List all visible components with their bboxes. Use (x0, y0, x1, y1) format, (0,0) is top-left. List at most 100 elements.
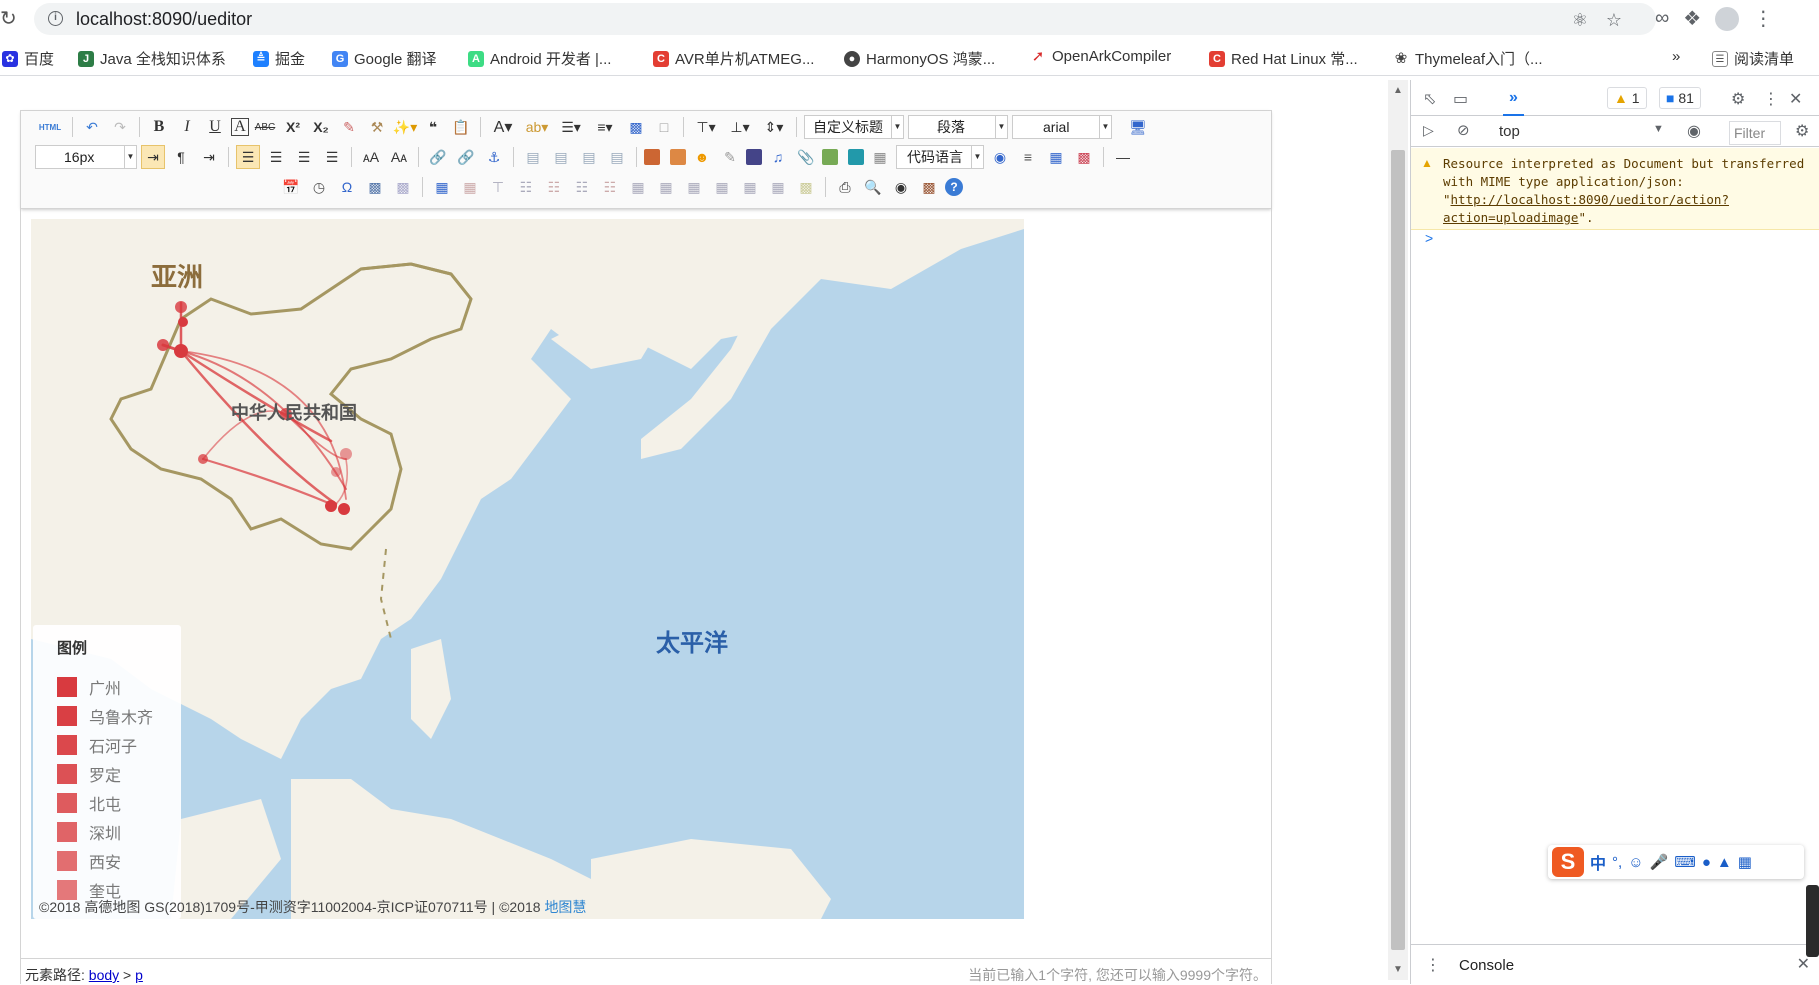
microphone-icon[interactable]: 🎤 (1650, 853, 1669, 871)
help-icon[interactable]: ? (945, 178, 963, 196)
merge-cells-icon[interactable]: ▦ (626, 175, 650, 199)
indent-button[interactable]: ⇥ (197, 145, 221, 169)
console-prompt[interactable]: > (1425, 230, 1433, 246)
font-color-button[interactable]: A▾ (488, 115, 518, 139)
strikethrough-button[interactable]: ABC (253, 115, 277, 139)
profile-avatar[interactable] (1715, 6, 1740, 31)
html-source-button[interactable]: HTML (35, 115, 65, 139)
legend-item[interactable]: 深圳 (57, 820, 121, 844)
align-right-button[interactable]: ☰ (292, 145, 316, 169)
live-expression-eye-icon[interactable]: ◉ (1687, 121, 1701, 141)
direction-rtl-button[interactable]: ¶ (169, 145, 193, 169)
path-body-link[interactable]: body (89, 967, 119, 983)
insert-code-icon[interactable]: ▦ (868, 145, 892, 169)
insert-frame-icon[interactable] (848, 149, 864, 165)
bookmark-baidu[interactable]: ✿ 百度 (2, 48, 54, 69)
custom-heading-select[interactable]: 自定义标题 ▼ (804, 115, 904, 139)
undo-button[interactable]: ↶ (80, 115, 104, 139)
web-app-icon[interactable]: ◉ (988, 145, 1012, 169)
reload-icon[interactable]: ↻ (0, 6, 17, 31)
scrawl-icon[interactable]: ✎ (718, 145, 742, 169)
bold-button[interactable]: B (147, 115, 171, 139)
highlight-color-button[interactable]: ab▾ (522, 115, 552, 139)
merge-right-icon[interactable]: ▦ (654, 175, 678, 199)
drawer-tab-console[interactable]: Console (1459, 957, 1514, 974)
superscript-button[interactable]: X² (281, 115, 305, 139)
font-family-select[interactable]: arial ▼ (1012, 115, 1112, 139)
clear-console-icon[interactable]: ⊘ (1457, 121, 1470, 139)
bookmark-avr[interactable]: C AVR单片机ATMEG... (653, 48, 814, 69)
site-info-icon[interactable]: i (48, 11, 63, 26)
legend-item[interactable]: 罗定 (57, 762, 121, 786)
wordimage-icon[interactable]: ▩ (363, 175, 387, 199)
drafts-icon[interactable]: ▩ (917, 175, 941, 199)
underline-button[interactable]: U (203, 115, 227, 139)
image-none-button[interactable]: ▤ (521, 145, 545, 169)
link-button[interactable]: 🔗 (426, 145, 450, 169)
row-spacing-top-button[interactable]: ⊤▾ (691, 115, 721, 139)
attachment-icon[interactable]: 📎 (794, 145, 818, 169)
emoji-icon[interactable]: ☺ (1628, 854, 1643, 871)
warnings-badge[interactable]: ▲ 1 (1607, 87, 1647, 109)
align-justify-button[interactable]: ☰ (320, 145, 344, 169)
special-chars-icon[interactable]: Ω (335, 175, 359, 199)
close-devtools-icon[interactable]: ✕ (1789, 89, 1802, 109)
map-icon[interactable] (822, 149, 838, 165)
omnibox[interactable]: i localhost:8090/ueditor ⚛ ☆ (34, 3, 1656, 35)
insert-paragraph-before-table-icon[interactable]: ⊤ (486, 175, 510, 199)
path-p-link[interactable]: p (135, 967, 143, 983)
subscript-button[interactable]: X₂ (309, 115, 333, 139)
skin-icon[interactable]: ▲ (1717, 854, 1732, 871)
ordered-list-button[interactable]: ☰▾ (556, 115, 586, 139)
paragraph-select[interactable]: 段落 ▼ (908, 115, 1008, 139)
insert-video-icon[interactable] (746, 149, 762, 165)
search-replace-icon[interactable]: ◉ (889, 175, 913, 199)
device-toolbar-icon[interactable]: ▭ (1453, 89, 1468, 109)
bookmark-redhat[interactable]: C Red Hat Linux 常... (1209, 48, 1358, 69)
bookmarks-overflow-button[interactable]: » (1672, 48, 1680, 65)
insert-col-icon[interactable]: ☷ (570, 175, 594, 199)
image-left-button[interactable]: ▤ (549, 145, 573, 169)
code-language-select[interactable]: 代码语言 ▼ (896, 145, 984, 169)
redo-button[interactable]: ↷ (108, 115, 132, 139)
background-icon[interactable]: ▩ (1072, 145, 1096, 169)
format-match-button[interactable]: ⚒ (365, 115, 389, 139)
print-icon[interactable]: ⎙ (833, 175, 857, 199)
remove-format-button[interactable]: ✎ (337, 115, 361, 139)
chart-icon[interactable]: ▩ (794, 175, 818, 199)
page-break-icon[interactable]: ≡ (1016, 145, 1040, 169)
legend-item[interactable]: 北屯 (57, 791, 121, 815)
user-icon[interactable]: ● (1702, 854, 1711, 871)
select-all-button[interactable]: ▩ (624, 115, 648, 139)
drawer-menu-icon[interactable]: ⋮ (1425, 955, 1441, 975)
clear-doc-button[interactable]: □ (652, 115, 676, 139)
legend-item[interactable]: 石河子 (57, 733, 137, 757)
devtools-menu-icon[interactable]: ⋮ (1763, 89, 1779, 109)
extensions-puzzle-icon[interactable]: ❖ (1683, 6, 1701, 31)
legend-item[interactable]: 西安 (57, 849, 121, 873)
scroll-up-icon[interactable]: ▲ (1393, 85, 1403, 96)
line-height-button[interactable]: ⇕▾ (759, 115, 789, 139)
image-center-button[interactable]: ▤ (605, 145, 629, 169)
map-brand-link[interactable]: 地图慧 (544, 899, 586, 915)
url-text[interactable]: localhost:8090/ueditor (76, 9, 252, 30)
insert-table-icon[interactable]: ▦ (430, 175, 454, 199)
messages-badge[interactable]: ■ 81 (1659, 87, 1701, 109)
delete-table-icon[interactable]: ▦ (458, 175, 482, 199)
settings-gear-icon[interactable]: ⚙ (1731, 89, 1745, 109)
console-filter-input[interactable]: Filter (1729, 121, 1781, 145)
insert-row-icon[interactable]: ☷ (514, 175, 538, 199)
direction-ltr-button[interactable]: ⇥ (141, 145, 165, 169)
editor-content[interactable]: 亚洲 中华人民共和国 太平洋 图例 广州 乌鲁木齐 石河子 罗定 北屯 深圳 西… (31, 219, 1024, 919)
bookmark-openarkcompiler[interactable]: ➚ OpenArkCompiler (1030, 48, 1171, 65)
bookmark-google-translate[interactable]: G Google 翻译 (332, 48, 437, 69)
more-tabs-button[interactable]: » (1503, 89, 1524, 116)
split-to-cols-icon[interactable]: ▦ (766, 175, 790, 199)
fullscreen-button[interactable]: 🖥 (1126, 115, 1150, 139)
align-left-button[interactable]: ☰ (236, 145, 260, 169)
split-to-rows-icon[interactable]: ▦ (738, 175, 762, 199)
inspect-element-icon[interactable]: ⬁ (1423, 89, 1436, 109)
legend-item[interactable]: 乌鲁木齐 (57, 704, 153, 728)
insert-image-icon[interactable] (670, 149, 686, 165)
paste-plain-button[interactable]: 📋 (449, 115, 473, 139)
